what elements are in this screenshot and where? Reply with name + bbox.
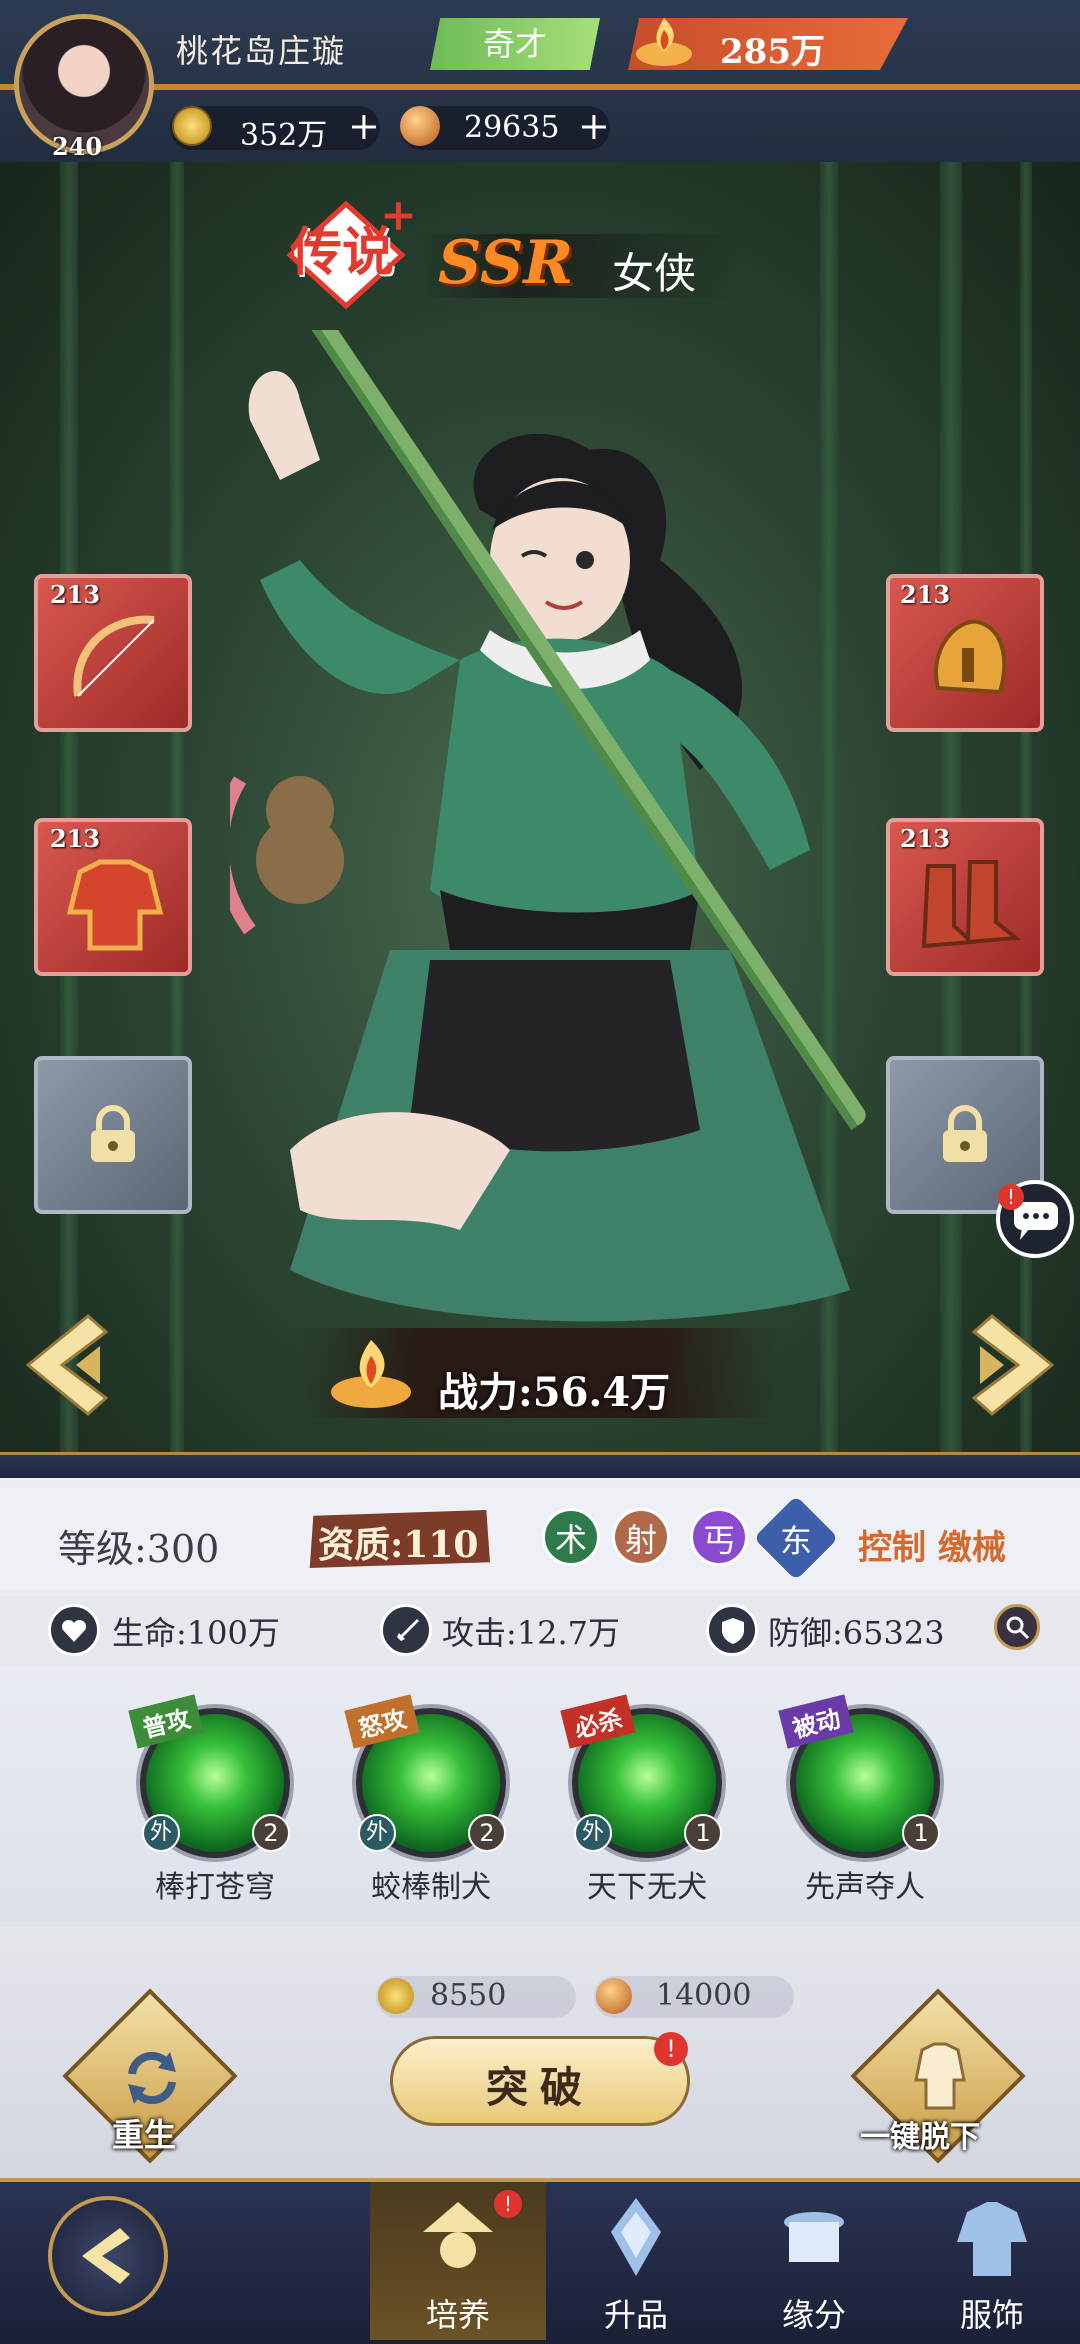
helmet-icon: [934, 619, 1007, 695]
hero-hp: 生命:100万: [112, 1614, 280, 1652]
skill-name: 天下无犬: [587, 1870, 707, 1905]
previous-hero-arrow-icon[interactable]: [18, 1310, 114, 1420]
nav-tab-icon: [423, 2202, 493, 2268]
shield-icon: [706, 1604, 758, 1656]
orb-amount: 29635: [464, 110, 560, 145]
nav-tab-label: 服饰: [959, 2296, 1024, 2334]
back-arrow-icon: [82, 2228, 130, 2284]
coin-icon: [378, 1978, 414, 2014]
breakthrough-notification-badge: !: [654, 2032, 688, 2066]
faction-tag[interactable]: 射: [612, 1508, 670, 1566]
nav-tab-3[interactable]: 服饰: [904, 2182, 1080, 2340]
hero-defense: 防御:65323: [768, 1614, 945, 1652]
hero-level: 等级:300: [58, 1527, 220, 1571]
skill-level: 2: [252, 1814, 290, 1852]
player-title-badge[interactable]: 奇才: [430, 18, 600, 70]
nav-tab-icon: [957, 2202, 1027, 2276]
equip-level: 213: [900, 824, 951, 853]
equip-level: 213: [50, 580, 101, 609]
next-hero-arrow-icon[interactable]: [966, 1310, 1062, 1420]
hero-attack: 攻击:12.7万: [442, 1614, 621, 1652]
skill-name: 蛟棒制犬: [371, 1870, 491, 1905]
breakthrough-label: 突破: [485, 2063, 594, 2112]
home-button[interactable]: [48, 2196, 168, 2316]
top-bar-accent: [0, 84, 1080, 90]
hero-character-art[interactable]: [230, 330, 870, 1380]
robe-icon: [914, 2042, 966, 2110]
skill-mark: 外: [142, 1814, 180, 1852]
heart-icon: [48, 1604, 100, 1656]
padlock-icon: [943, 1105, 987, 1162]
add-coins-button[interactable]: +: [348, 104, 380, 148]
nav-tab-icon: [784, 2212, 844, 2262]
skill-level: 1: [902, 1814, 940, 1852]
nav-tab-icon: [611, 2198, 661, 2276]
flame-power-icon: [331, 1340, 411, 1408]
armor-icon: [66, 859, 164, 951]
hero-rarity: SSR: [438, 228, 574, 298]
hero-rank: 传说: [290, 222, 395, 283]
bamboo-stalk: [940, 162, 962, 1452]
padlock-icon: [91, 1105, 135, 1162]
breakthrough-coin-cost: 8550: [430, 1978, 507, 2013]
skill-name: 棒打苍穹: [155, 1870, 275, 1905]
sword-icon: [380, 1604, 432, 1656]
refresh-icon: [128, 2051, 176, 2105]
chat-notification-badge: !: [998, 1184, 1024, 1210]
rebirth-label: 重生: [112, 2116, 177, 2154]
hero-role-tags: 控制 缴械: [858, 1528, 1006, 1568]
skill-level: 1: [684, 1814, 722, 1852]
faction-tag-label: 东: [780, 1522, 813, 1560]
bamboo-stalk: [170, 162, 184, 1452]
skill-level: 2: [468, 1814, 506, 1852]
faction-tag[interactable]: 术: [542, 1508, 600, 1566]
nav-tab-label: 培养: [425, 2296, 490, 2334]
skill-mark: 外: [358, 1814, 396, 1852]
boots-icon: [921, 860, 1022, 949]
player-name: 桃花岛庄璇: [176, 32, 347, 70]
skill-name: 先声夺人: [805, 1870, 925, 1905]
faction-tag[interactable]: 丐: [690, 1508, 748, 1566]
orb-icon: [596, 1978, 632, 2014]
flame-power-icon: [636, 18, 692, 66]
coin-amount: 352万: [240, 118, 328, 153]
nav-tab-2[interactable]: 缘分: [726, 2182, 902, 2340]
unequip-all-label: 一键脱下: [860, 2120, 980, 2155]
coin-icon: [172, 106, 212, 146]
bamboo-stalk: [60, 162, 78, 1452]
nav-notification-badge: !: [494, 2190, 522, 2218]
nav-tab-label: 升品: [603, 2296, 668, 2334]
hero-quality: 资质:110: [318, 1524, 479, 1566]
equip-slot-locked-left[interactable]: [34, 1056, 192, 1214]
add-orbs-button[interactable]: +: [578, 104, 610, 148]
breakthrough-orb-cost: 14000: [656, 1978, 752, 2013]
nav-tab-1[interactable]: 升品: [548, 2182, 724, 2340]
hero-rank-plus: +: [380, 190, 417, 241]
skill-mark: 外: [574, 1814, 612, 1852]
bamboo-stalk: [1020, 162, 1032, 1452]
hero-role: 女侠: [612, 249, 697, 298]
player-power: 285万: [720, 32, 825, 72]
equip-level: 213: [900, 580, 951, 609]
avatar-level: 240: [52, 132, 103, 161]
equip-level: 213: [50, 824, 101, 853]
orb-icon: [400, 106, 440, 146]
search-icon[interactable]: [994, 1604, 1040, 1650]
hero-combat-power: 战力:56.4万: [438, 1369, 671, 1416]
nav-tab-label: 缘分: [781, 2296, 846, 2334]
bow-icon: [73, 615, 155, 697]
